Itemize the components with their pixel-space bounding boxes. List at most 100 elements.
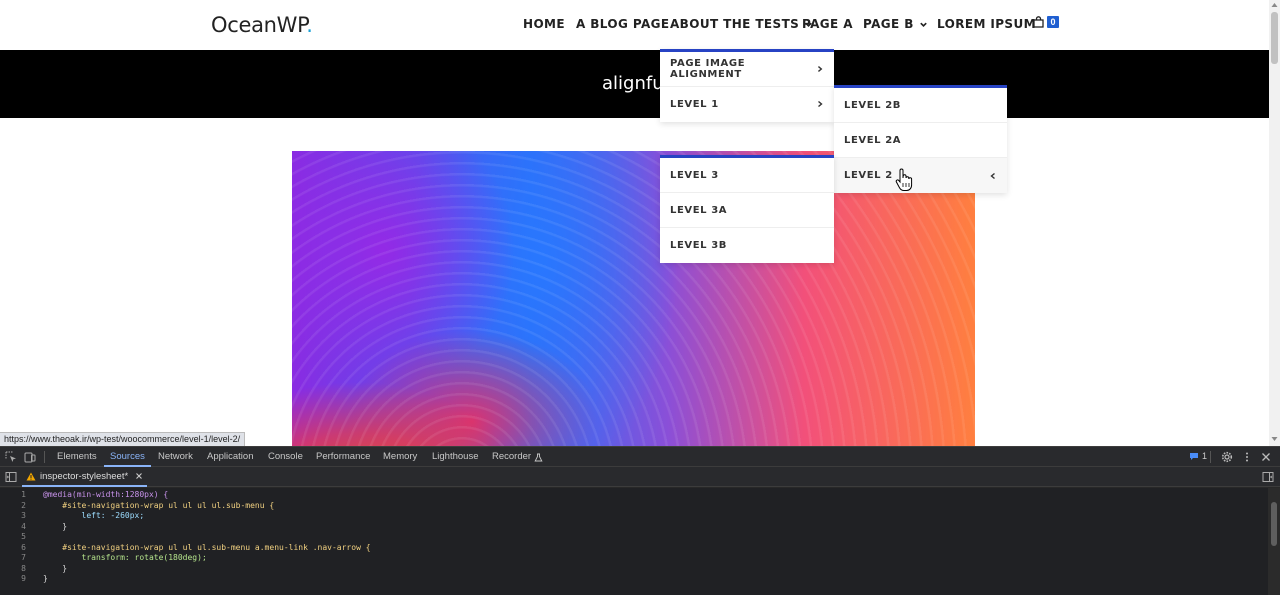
nav-item-about-the-tests[interactable]: ABOUT THE TESTS	[670, 17, 813, 31]
tab-sources[interactable]: Sources	[104, 447, 151, 467]
line-number: 9	[21, 574, 26, 583]
menu-item-label: LEVEL 3A	[670, 204, 728, 216]
menu-item-label: LEVEL 2B	[844, 99, 902, 111]
code-line: }	[43, 563, 68, 573]
code-line: }	[43, 574, 48, 583]
gear-icon[interactable]	[1221, 451, 1233, 463]
sources-file-tabs: inspector-stylesheet*	[0, 467, 1280, 487]
hand-cursor-icon	[895, 168, 913, 191]
menu-item-level-2[interactable]: LEVEL 2	[834, 158, 1007, 193]
nav-item-label: ABOUT THE TESTS	[670, 17, 800, 31]
close-tab-icon[interactable]	[135, 472, 143, 480]
tab-network[interactable]: Network	[152, 447, 199, 467]
menu-item-label: PAGE IMAGE ALIGNMENT	[670, 58, 746, 80]
page-scrollbar[interactable]	[1269, 0, 1280, 446]
toolbar-divider	[44, 451, 45, 463]
warning-icon	[26, 472, 36, 480]
message-icon	[1190, 452, 1198, 460]
close-icon[interactable]	[1260, 451, 1272, 463]
menu-item-level-3a[interactable]: LEVEL 3A	[660, 193, 834, 228]
line-number: 5	[21, 532, 26, 541]
code-scrollbar[interactable]	[1268, 488, 1280, 595]
menu-item-level-2a[interactable]: LEVEL 2A	[834, 123, 1007, 158]
nav-item-label: PAGE A	[802, 17, 853, 31]
tab-memory[interactable]: Memory	[377, 447, 423, 467]
menu-item-level-3[interactable]: LEVEL 3	[660, 158, 834, 193]
flask-icon	[534, 453, 543, 461]
logo-dot: .	[306, 13, 313, 37]
menu-item-page-image-alignment[interactable]: PAGE IMAGE ALIGNMENT	[660, 52, 834, 87]
nav-item-label: PAGE B	[863, 17, 914, 31]
tab-application[interactable]: Application	[201, 447, 259, 467]
issues-counter[interactable]: 1	[1189, 451, 1207, 461]
site-logo[interactable]: OceanWP.	[211, 13, 313, 37]
line-number-gutter: 1 2 3 4 5 6 7 8 9	[0, 490, 30, 585]
cart-button[interactable]: 0	[1033, 16, 1059, 28]
nav-item-label: A BLOG PAGE	[576, 17, 670, 31]
menu-item-label: LEVEL 3B	[670, 240, 728, 251]
code-line: #site-navigation-wrap ul ul ul ul.sub-me…	[43, 500, 275, 510]
nav-item-home[interactable]: HOME	[523, 17, 565, 31]
nav-item-label: LOREM IPSUM	[937, 17, 1036, 31]
code-line: transform: rotate(180deg);	[43, 553, 207, 562]
code-lines: @media(min-width:1280px) { #site-navigat…	[43, 490, 371, 585]
device-toolbar-icon[interactable]	[24, 451, 36, 463]
nav-item-a-blog-page[interactable]: A BLOG PAGE	[576, 17, 670, 31]
page-header-band: alignfull	[0, 50, 1269, 118]
status-bar-url: https://www.theoak.ir/wp-test/woocommerc…	[0, 432, 246, 446]
code-scrollbar-thumb[interactable]	[1271, 502, 1277, 546]
chevron-down-icon	[919, 22, 927, 27]
devtools-panel: Elements Sources Network Application Con…	[0, 446, 1280, 595]
file-tab-inspector-stylesheet[interactable]: inspector-stylesheet*	[22, 467, 148, 487]
inspect-element-icon[interactable]	[5, 451, 17, 463]
devtools-tab-bar: Elements Sources Network Application Con…	[0, 447, 1280, 467]
featured-image	[292, 151, 975, 447]
nav-item-lorem-ipsum[interactable]: LOREM IPSUM	[937, 17, 1036, 31]
code-line: }	[43, 521, 68, 531]
tab-console[interactable]: Console	[262, 447, 309, 467]
nav-item-label: HOME	[523, 17, 565, 31]
submenu-about-the-tests: PAGE IMAGE ALIGNMENT LEVEL 1	[660, 49, 834, 122]
code-line: #site-navigation-wrap ul ul ul.sub-menu …	[43, 542, 371, 552]
toolbar-divider	[1210, 451, 1211, 463]
tab-recorder[interactable]: Recorder	[486, 447, 549, 467]
line-number: 3	[21, 511, 26, 520]
tab-performance[interactable]: Performance	[310, 447, 376, 467]
menu-item-label: LEVEL 2A	[844, 134, 902, 146]
toggle-debugger-icon[interactable]	[1262, 471, 1274, 483]
nav-item-page-a[interactable]: PAGE A	[802, 17, 853, 31]
submenu-level-2: LEVEL 3 LEVEL 3A LEVEL 3B	[660, 155, 834, 263]
code-line: left: -260px;	[43, 511, 145, 520]
page: OceanWP. HOME A BLOG PAGE ABOUT THE TEST…	[0, 0, 1280, 595]
tab-elements[interactable]: Elements	[51, 447, 103, 467]
menu-item-level-3b[interactable]: LEVEL 3B	[660, 228, 834, 263]
issues-count: 1	[1202, 451, 1208, 461]
line-number: 4	[21, 521, 26, 531]
line-number: 1	[21, 490, 26, 499]
menu-item-level-2b[interactable]: LEVEL 2B	[834, 88, 1007, 123]
menu-item-level-1[interactable]: LEVEL 1	[660, 87, 834, 122]
code-line: @media(min-width:1280px) {	[43, 490, 169, 499]
submenu-spacer	[660, 120, 834, 122]
cart-count-badge: 0	[1047, 16, 1059, 28]
file-tab-label: inspector-stylesheet*	[40, 470, 129, 482]
toggle-navigator-icon[interactable]	[5, 471, 17, 483]
code-editor[interactable]: 1 2 3 4 5 6 7 8 9 @media(min-width:1280p…	[0, 488, 1268, 595]
site-header: OceanWP. HOME A BLOG PAGE ABOUT THE TEST…	[0, 0, 1269, 50]
logo-text: OceanWP	[211, 13, 307, 37]
line-number: 7	[21, 553, 26, 562]
menu-item-label: LEVEL 1	[670, 98, 719, 110]
more-options-icon[interactable]	[1241, 451, 1253, 463]
menu-item-label: LEVEL 2	[844, 170, 893, 181]
tab-lighthouse[interactable]: Lighthouse	[426, 447, 484, 467]
scroll-up-icon[interactable]	[1271, 2, 1278, 8]
submenu-level-1: LEVEL 2B LEVEL 2A LEVEL 2	[834, 85, 1007, 193]
scroll-down-icon[interactable]	[1271, 436, 1278, 442]
chevron-left-icon	[990, 172, 995, 179]
page-scrollbar-thumb[interactable]	[1271, 12, 1278, 64]
shopping-bag-icon	[1033, 16, 1044, 28]
chevron-right-icon	[818, 66, 823, 72]
line-number: 6	[21, 542, 26, 552]
nav-item-page-b[interactable]: PAGE B	[863, 17, 928, 31]
